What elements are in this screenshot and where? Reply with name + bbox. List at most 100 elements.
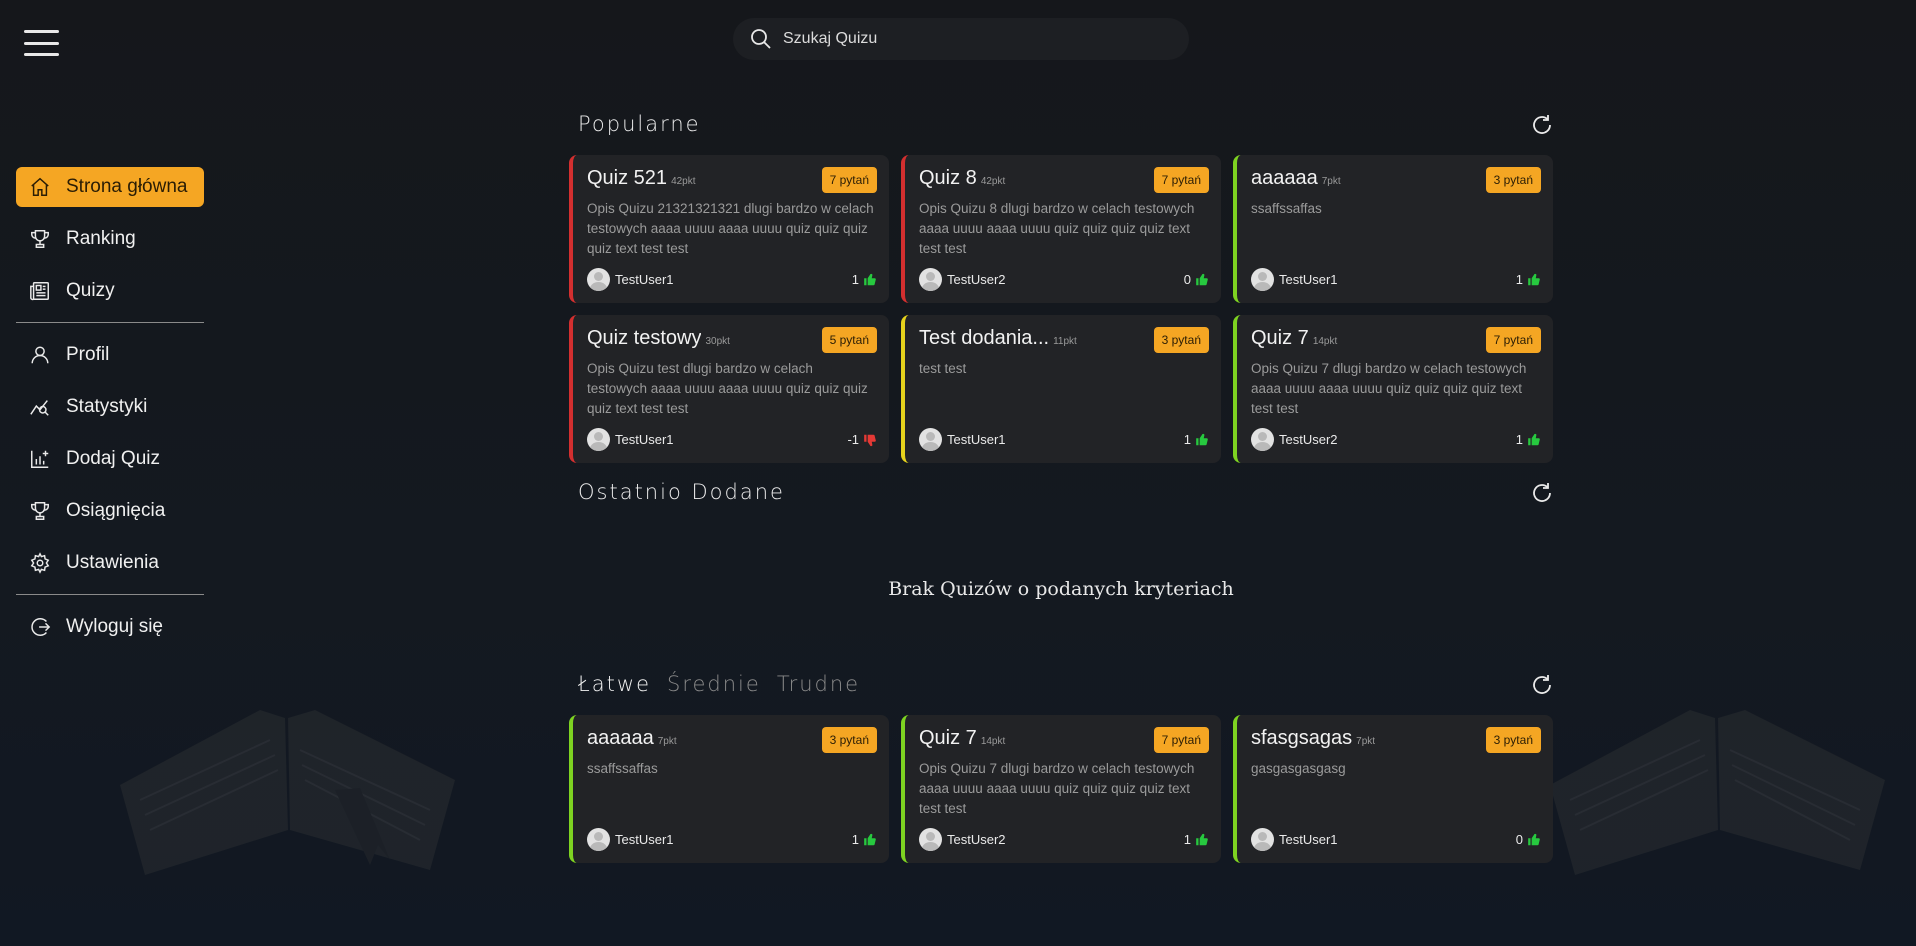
sidebar-item-ranking[interactable]: Ranking: [16, 219, 204, 259]
sidebar-item-label: Profil: [66, 344, 110, 365]
like-count[interactable]: 1: [852, 272, 877, 287]
quiz-card[interactable]: Quiz 521 42pkt 7 pytań Opis Quizu 213213213…: [569, 155, 889, 303]
tab-medium[interactable]: Średnie: [667, 672, 761, 696]
thumbs-up-icon: [864, 833, 876, 845]
quiz-description: ssaffssaffas: [587, 761, 658, 776]
sidebar-item-label: Statystyki: [66, 396, 148, 417]
like-count[interactable]: 1: [1516, 272, 1541, 287]
refresh-icon[interactable]: [1530, 113, 1554, 137]
stats-icon: [28, 395, 52, 419]
sidebar-item-label: Quizy: [66, 280, 115, 301]
author-name: TestUser1: [1279, 832, 1338, 847]
refresh-icon[interactable]: [1530, 673, 1554, 697]
menu-toggle-button[interactable]: [24, 30, 59, 56]
thumbs-up-icon: [1196, 433, 1208, 445]
like-count-value: 1: [1515, 272, 1523, 287]
quiz-card[interactable]: aaaaaa 7pkt 3 pytań ssaffssaffas TestUser1 1: [569, 715, 889, 863]
sidebar-item-home[interactable]: Strona główna: [16, 167, 204, 207]
quiz-description: ssaffssaffas: [1251, 201, 1322, 216]
sidebar-item-label: Strona główna: [66, 176, 188, 197]
search-bar[interactable]: [733, 18, 1189, 60]
quiz-points: 7pkt: [1356, 736, 1376, 747]
sidebar-item-label: Dodaj Quiz: [66, 448, 160, 469]
sidebar-nav: Strona główna Ranking Quizy Profil Staty…: [16, 167, 204, 659]
author-name: TestUser1: [947, 432, 1006, 447]
quiz-card[interactable]: Quiz testowy 30pkt 5 pytań Opis Quizu test …: [569, 315, 889, 463]
question-count-badge: 3 pytań: [1485, 727, 1541, 753]
card-footer: TestUser1 0: [1251, 828, 1541, 851]
question-count-badge: 3 pytań: [1485, 167, 1541, 193]
quiz-title: Quiz 7: [919, 727, 977, 749]
like-count[interactable]: 1: [1516, 432, 1541, 447]
quiz-points: 42pkt: [671, 176, 696, 187]
sidebar-item-label: Ustawienia: [66, 552, 159, 573]
thumbs-up-icon: [1528, 273, 1540, 285]
sidebar-item-stats[interactable]: Statystyki: [16, 387, 204, 427]
gear-icon: [28, 551, 52, 575]
quiz-points: 14pkt: [1312, 336, 1338, 347]
sidebar-item-settings[interactable]: Ustawienia: [16, 543, 204, 583]
like-count[interactable]: 1: [1184, 432, 1209, 447]
difficulty-grid: aaaaaa 7pkt 3 pytań ssaffssaffas TestUser1 1 Q…: [569, 715, 1553, 863]
like-count-value: -1: [847, 432, 859, 447]
like-count[interactable]: -1: [847, 432, 877, 447]
quiz-description: Opis Quizu 7 dlugi bardzo w celach testo…: [919, 761, 1195, 816]
add-chart-icon: [28, 447, 52, 471]
sidebar-item-quizzes[interactable]: Quizy: [16, 271, 204, 311]
card-footer: TestUser2 0: [919, 268, 1209, 291]
quiz-card[interactable]: Quiz 8 42pkt 7 pytań Opis Quizu 8 dlugi bar…: [901, 155, 1221, 303]
like-count[interactable]: 0: [1184, 272, 1209, 287]
search-input[interactable]: [783, 30, 1143, 48]
quiz-points: 11pkt: [1053, 336, 1077, 347]
quiz-card[interactable]: sfasgsagas 7pkt 3 pytań gasgasgasgasg TestUs…: [1233, 715, 1553, 863]
quiz-card[interactable]: aaaaaa 7pkt 3 pytań ssaffssaffas TestUser1 1: [1233, 155, 1553, 303]
like-count-value: 1: [1183, 432, 1191, 447]
quiz-card[interactable]: Test dodania... 11pkt 3 pytań test test Test…: [901, 315, 1221, 463]
author-name: TestUser1: [615, 432, 674, 447]
book-illustration-left: [120, 710, 455, 875]
thumbs-up-icon: [1196, 273, 1208, 285]
sidebar-item-label: Ranking: [66, 228, 136, 249]
book-illustration-right: [1550, 710, 1885, 875]
sidebar-item-add-quiz[interactable]: Dodaj Quiz: [16, 439, 204, 479]
quiz-title: sfasgsagas: [1251, 727, 1353, 749]
quiz-description: Opis Quizu 21321321321 dlugi bardzo w ce…: [587, 201, 874, 256]
thumbs-up-icon: [1196, 833, 1208, 845]
quiz-description: gasgasgasgasg: [1251, 761, 1346, 776]
sidebar-item-profile[interactable]: Profil: [16, 335, 204, 375]
tab-hard[interactable]: Trudne: [777, 672, 860, 696]
avatar: [919, 828, 942, 851]
card-footer: TestUser1 1: [587, 268, 877, 291]
sidebar-item-logout[interactable]: Wyloguj się: [16, 607, 204, 647]
sidebar-item-achievements[interactable]: Osiągnięcia: [16, 491, 204, 531]
card-footer: TestUser1 -1: [587, 428, 877, 451]
quiz-description: test test: [919, 361, 967, 376]
quiz-description: Opis Quizu 8 dlugi bardzo w celach testo…: [919, 201, 1195, 256]
quiz-points: 7pkt: [1321, 176, 1341, 187]
quiz-card[interactable]: Quiz 7 14pkt 7 pytań Opis Quizu 7 dlugi bar…: [1233, 315, 1553, 463]
thumbs-down-icon: [864, 434, 876, 446]
like-count[interactable]: 0: [1516, 832, 1541, 847]
search-icon: [751, 29, 771, 49]
like-count-value: 1: [851, 832, 859, 847]
like-count[interactable]: 1: [852, 832, 877, 847]
quiz-title: Quiz 8: [919, 167, 977, 189]
quiz-title: Quiz testowy: [587, 327, 702, 349]
avatar: [919, 428, 942, 451]
trophy-icon: [28, 227, 52, 251]
quiz-card[interactable]: Quiz 7 14pkt 7 pytań Opis Quizu 7 dlugi bar…: [901, 715, 1221, 863]
like-count[interactable]: 1: [1184, 832, 1209, 847]
refresh-icon[interactable]: [1530, 481, 1554, 505]
tab-easy[interactable]: Łatwe: [578, 672, 651, 696]
question-count-badge: 7 pytań: [1153, 167, 1209, 193]
like-count-value: 0: [1183, 272, 1191, 287]
card-footer: TestUser1 1: [587, 828, 877, 851]
quiz-title: aaaaaa: [587, 727, 654, 749]
like-count-value: 0: [1515, 832, 1523, 847]
newspaper-icon: [28, 279, 52, 303]
quiz-description: Opis Quizu 7 dlugi bardzo w celach testo…: [1251, 361, 1527, 416]
hamburger-line: [24, 41, 59, 45]
quiz-points: 14pkt: [980, 736, 1006, 747]
quiz-title: Test dodania...: [919, 327, 1050, 349]
question-count-badge: 3 pytań: [1153, 327, 1209, 353]
